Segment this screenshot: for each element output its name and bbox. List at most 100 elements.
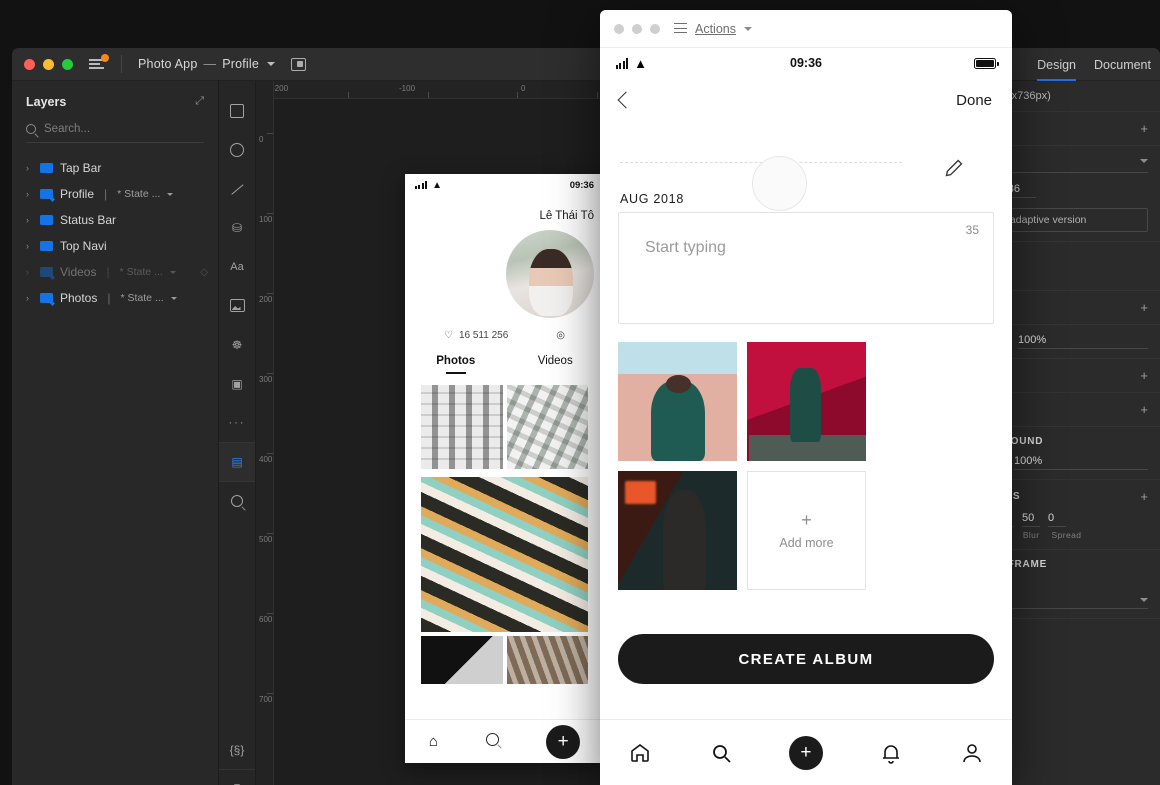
shadow-spread-field[interactable]: 0 — [1048, 512, 1066, 527]
visibility-toggle-icon[interactable]: ◇ — [200, 267, 208, 278]
layers-search-row[interactable] — [26, 123, 204, 143]
add-icon[interactable]: + — [546, 724, 581, 759]
image-tool-icon[interactable] — [219, 286, 255, 325]
list-item[interactable]: › Profile | * State ... — [12, 181, 218, 207]
component-tool-icon[interactable]: ▤ — [219, 442, 255, 481]
tab-document[interactable]: Document — [1085, 58, 1160, 81]
ruler-tick-label: 500 — [259, 535, 273, 544]
photo-2[interactable] — [747, 342, 866, 461]
chevron-right-icon[interactable]: › — [26, 189, 33, 199]
chevron-right-icon[interactable]: › — [26, 215, 33, 225]
ellipse-tool-icon[interactable] — [219, 130, 255, 169]
ruler-tick-label: 0 — [259, 135, 264, 144]
chevron-down-icon[interactable] — [267, 62, 276, 66]
flow-tool-icon[interactable]: ⎔ — [219, 769, 255, 785]
add-effect-button[interactable]: + — [1140, 402, 1148, 417]
window-traffic-lights[interactable] — [24, 58, 73, 70]
add-fill-button[interactable]: + — [1140, 300, 1148, 315]
grid-photo[interactable] — [506, 636, 588, 684]
tab-photos[interactable]: Photos — [436, 355, 475, 374]
minimize-window-button[interactable] — [632, 23, 642, 34]
menu-icon[interactable] — [674, 23, 687, 34]
background-opacity-field[interactable]: 100% — [1014, 455, 1148, 470]
symbol-tool-icon[interactable]: ☸ — [219, 325, 255, 364]
chevron-right-icon[interactable]: › — [26, 241, 33, 251]
actions-menu[interactable]: Actions — [695, 22, 736, 36]
shadow-blur-field[interactable]: 50 — [1022, 512, 1040, 527]
maximize-window-button[interactable] — [62, 58, 73, 70]
chevron-right-icon[interactable]: › — [26, 267, 33, 277]
grid-photo[interactable] — [421, 385, 503, 469]
title-separator: — — [203, 57, 217, 71]
grid-photo[interactable] — [421, 477, 588, 632]
search-input[interactable] — [44, 123, 204, 135]
add-shadow-button[interactable]: + — [1140, 489, 1148, 504]
symbol-folder-icon — [40, 293, 53, 303]
pencil-icon[interactable] — [944, 158, 964, 178]
pen-tool-icon[interactable]: ⛁ — [219, 208, 255, 247]
layer-state: * State ... — [119, 266, 163, 278]
line-tool-icon[interactable] — [219, 169, 255, 208]
page-name[interactable]: Profile — [222, 57, 259, 71]
maximize-window-button[interactable] — [650, 23, 660, 34]
chevron-down-icon[interactable] — [1140, 598, 1148, 602]
textarea-placeholder: Start typing — [645, 239, 726, 256]
chevron-right-icon[interactable]: › — [26, 293, 33, 303]
photo-1[interactable] — [618, 342, 737, 461]
album-date: AUG 2018 — [620, 192, 684, 206]
add-more-button[interactable]: + Add more — [747, 471, 866, 590]
chevron-down-icon[interactable] — [744, 26, 752, 31]
opacity-field[interactable]: 100% — [1018, 334, 1148, 349]
add-icon[interactable]: + — [788, 735, 823, 770]
chevron-down-icon[interactable] — [1140, 159, 1148, 163]
album-cover-avatar[interactable] — [752, 156, 807, 211]
text-tool-icon[interactable]: Aa — [219, 247, 255, 286]
likes-count: 16 511 256 — [458, 330, 509, 341]
wifi-icon: ▲ — [634, 55, 648, 71]
signal-bars-icon — [616, 57, 629, 69]
photo-3[interactable] — [618, 471, 737, 590]
list-item[interactable]: › Tap Bar — [12, 155, 218, 181]
chevron-right-icon[interactable]: › — [26, 163, 33, 173]
list-item[interactable]: › Photos | * State ... — [12, 285, 218, 311]
search-icon[interactable] — [709, 741, 733, 765]
menu-icon[interactable] — [89, 54, 109, 70]
phone-artboard-profile[interactable]: ▲ 09:36 Lê Thái Tô ♡ 16 511 256 ◎ Photos… — [405, 174, 604, 763]
close-window-button[interactable] — [24, 58, 35, 70]
code-tool-icon[interactable]: {§} — [219, 730, 255, 769]
back-chevron-icon[interactable] — [617, 91, 635, 109]
profile-icon[interactable] — [960, 741, 984, 765]
tab-videos[interactable]: Videos — [538, 355, 573, 367]
chevron-down-icon[interactable] — [169, 270, 176, 274]
close-window-button[interactable] — [614, 23, 624, 34]
shadow-blur-label: Blur — [1022, 530, 1040, 540]
search-icon[interactable] — [485, 732, 499, 751]
minimize-window-button[interactable] — [43, 58, 54, 70]
home-icon[interactable] — [628, 741, 652, 765]
folder-icon — [40, 215, 53, 225]
chevron-down-icon[interactable] — [170, 296, 177, 300]
add-border-button[interactable]: + — [1140, 368, 1148, 383]
list-item[interactable]: › Videos | * State ... ◇ — [12, 259, 218, 285]
home-icon[interactable]: ⌂ — [429, 733, 438, 750]
preview-icon[interactable] — [291, 57, 307, 71]
add-button[interactable]: + — [1140, 121, 1148, 136]
battery-full-icon — [974, 57, 999, 69]
expand-icon[interactable]: ⤢ — [195, 95, 204, 108]
grid-photo[interactable] — [421, 636, 503, 684]
zoom-tool-icon[interactable] — [219, 481, 255, 520]
create-album-button[interactable]: CREATE ALBUM — [618, 634, 994, 684]
tab-design[interactable]: Design — [1028, 58, 1085, 81]
description-textarea[interactable]: Start typing 35 — [618, 212, 994, 324]
bell-icon[interactable] — [879, 741, 903, 765]
list-item[interactable]: › Top Navi — [12, 233, 218, 259]
done-button[interactable]: Done — [956, 92, 992, 109]
chevron-down-icon[interactable] — [167, 192, 174, 196]
grid-photo[interactable] — [506, 385, 588, 469]
modal-titlebar: Actions — [600, 10, 1012, 48]
rectangle-tool-icon[interactable] — [219, 91, 255, 130]
list-item[interactable]: › Status Bar — [12, 207, 218, 233]
artboard-tool-icon[interactable]: ▣ — [219, 364, 255, 403]
selected-photos-grid: + Add more — [618, 342, 994, 590]
more-tools-icon[interactable]: ··· — [219, 403, 255, 442]
